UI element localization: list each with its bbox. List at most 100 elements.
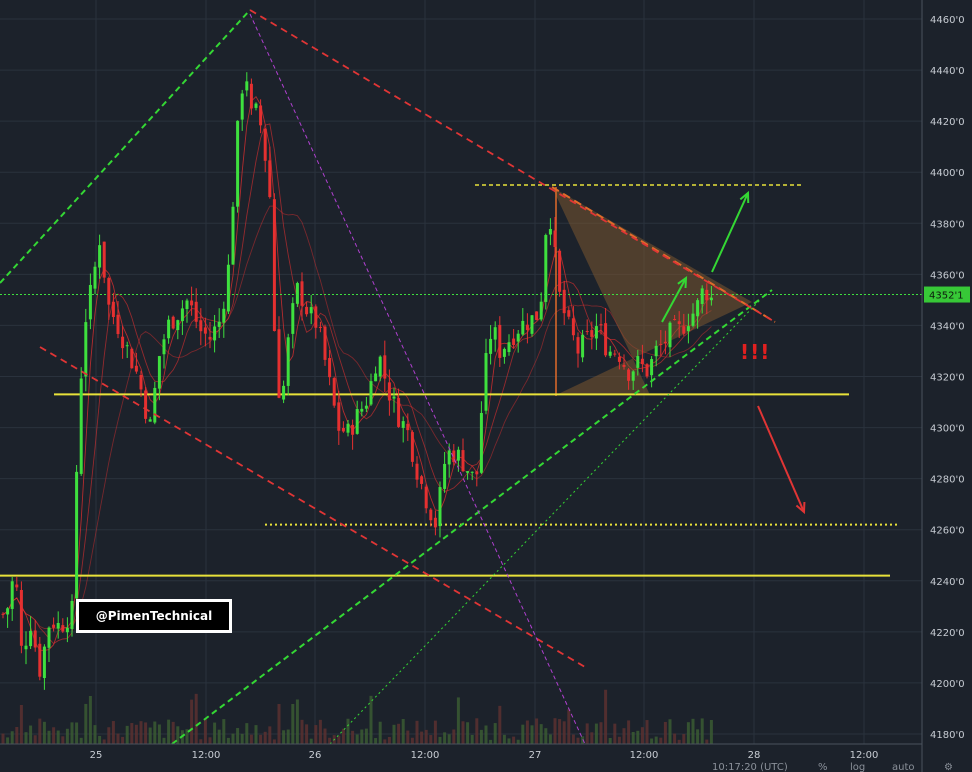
auto-toggle[interactable]: auto	[892, 762, 915, 772]
volume-bar	[604, 689, 608, 744]
volume-bar	[314, 725, 318, 744]
candle-body	[544, 235, 548, 302]
candle-body	[107, 278, 111, 305]
candle-body	[259, 105, 263, 126]
x-tick-label: 12:00	[411, 750, 440, 761]
trend-red-upper	[249, 9, 776, 323]
candle-body	[608, 351, 612, 356]
volume-bar	[351, 730, 355, 744]
candle-body	[654, 345, 658, 357]
volume-bar	[558, 719, 562, 744]
volume-bar	[378, 721, 382, 744]
candle-body	[599, 324, 603, 326]
triangle-pattern	[551, 186, 776, 396]
volume-bar	[213, 722, 217, 744]
candle-body	[254, 103, 258, 108]
volume-bar	[659, 737, 663, 744]
volume-bar	[677, 739, 681, 744]
candle-body	[245, 81, 249, 91]
volume-bar	[121, 736, 125, 744]
candle-body	[613, 353, 617, 355]
candle-body	[383, 355, 387, 379]
volume-bar	[489, 739, 493, 744]
candle-body	[286, 337, 290, 386]
candle-body	[190, 300, 194, 306]
volume-bar	[61, 736, 65, 744]
gear-icon[interactable]: ⚙	[944, 762, 953, 772]
candle-body	[696, 300, 700, 317]
candle-body	[355, 409, 359, 434]
volume-bar	[447, 734, 451, 744]
volume-bar	[622, 728, 626, 744]
footer-bar: 10:17:20 (UTC) % log auto ⚙	[700, 762, 972, 772]
volume-bar	[134, 724, 138, 744]
volume-bar	[673, 733, 677, 744]
price-chart[interactable]: 4460'0 4440'0 4420'0 4400'0 4380'0 4360'0 4340…	[0, 0, 972, 772]
candle-body	[447, 450, 451, 465]
volume-bar	[387, 736, 391, 744]
y-tick-label: 4200'0	[930, 679, 965, 690]
candle-body	[157, 356, 161, 389]
volume-bar	[640, 727, 644, 744]
candle-body	[300, 281, 304, 306]
volume-bar	[102, 739, 106, 744]
volume-bar	[231, 733, 235, 744]
volume-bar	[663, 721, 667, 744]
candle-body	[272, 199, 276, 332]
watermark-label: @PimenTechnical	[76, 599, 232, 633]
volume-bar	[29, 725, 33, 744]
candle-body	[88, 284, 92, 320]
candle-body	[410, 432, 414, 462]
volume-bar	[305, 724, 309, 744]
volume-bar	[443, 732, 447, 744]
candle-body	[93, 266, 97, 289]
time-readout: 10:17:20 (UTC)	[712, 762, 788, 772]
candle-body	[332, 378, 336, 406]
candle-body	[61, 625, 65, 632]
volume-bar	[585, 723, 589, 744]
candle-body	[24, 645, 28, 650]
volume-bar	[452, 729, 456, 744]
volume-bar	[148, 727, 152, 744]
candle-body	[222, 308, 226, 323]
log-toggle[interactable]: log	[850, 762, 865, 772]
candle-body	[75, 471, 79, 599]
candle-body	[47, 627, 51, 648]
volume-bar	[157, 724, 161, 744]
candle-body	[604, 323, 608, 356]
y-tick-label: 4440'0	[930, 66, 965, 77]
volume-bar	[369, 695, 373, 744]
volume-bar	[208, 737, 212, 744]
candle-body	[38, 643, 42, 677]
candle-body	[369, 381, 373, 405]
candle-body	[682, 326, 686, 334]
candle-body	[406, 423, 410, 431]
volume-bar	[171, 721, 175, 744]
candle-body	[15, 584, 19, 588]
candle-body	[498, 324, 502, 358]
volume-bar	[424, 729, 428, 744]
volume-bar	[47, 730, 51, 744]
percent-toggle[interactable]: %	[818, 762, 828, 772]
volume-bar	[544, 728, 548, 744]
y-tick-label: 4220'0	[930, 628, 965, 639]
volume-bar	[548, 734, 552, 744]
volume-bar	[521, 724, 525, 744]
volume-bar	[567, 709, 571, 744]
volume-bar	[360, 729, 364, 744]
candle-body	[282, 385, 286, 400]
volume-bar	[608, 737, 612, 744]
volume-bar	[240, 733, 244, 744]
candle-body	[530, 315, 534, 334]
volume-bar	[125, 725, 129, 744]
candle-body	[709, 297, 713, 301]
volume-bar	[516, 739, 520, 744]
volume-bar	[364, 728, 368, 744]
y-tick-label: 4460'0	[930, 15, 965, 26]
volume-bar	[645, 720, 649, 744]
y-tick-label: 4240'0	[930, 577, 965, 588]
candle-body	[116, 314, 120, 335]
candle-body	[636, 356, 640, 368]
volume-bar	[397, 723, 401, 744]
candle-body	[360, 408, 364, 412]
